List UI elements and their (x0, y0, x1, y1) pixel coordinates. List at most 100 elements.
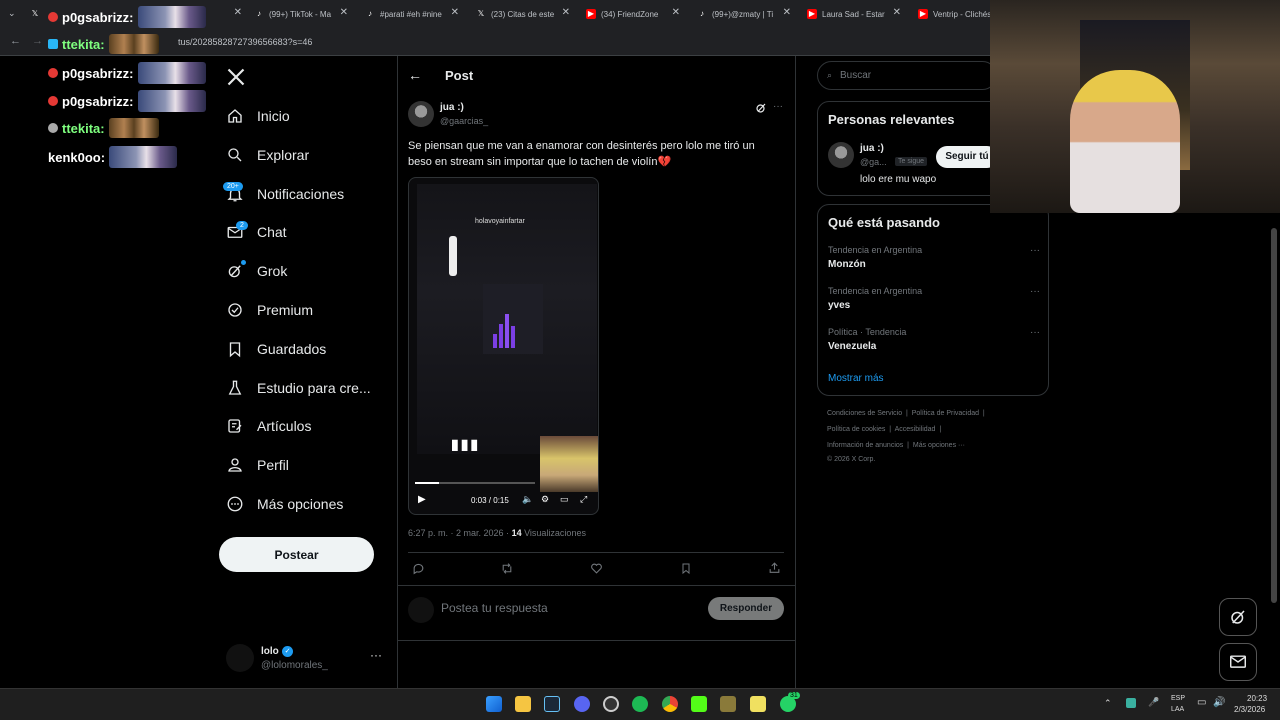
tab-label: #parati #eh #nine (380, 9, 442, 19)
tab-2[interactable]: ✕ (230, 4, 242, 24)
network-icon[interactable]: ▭ (1197, 697, 1206, 708)
footer-link[interactable]: Información de anuncios (827, 442, 903, 449)
notes-icon[interactable] (750, 696, 766, 712)
tab-tiktok-3[interactable]: ♪ (99+)@zmaty | Ti ✕ (697, 4, 791, 24)
avatar[interactable] (828, 142, 854, 168)
person-name[interactable]: jua :) (860, 143, 884, 154)
play-icon[interactable]: ▶ (418, 494, 426, 505)
close-tab-icon[interactable]: ✕ (783, 7, 791, 18)
tab-x-citas[interactable]: 𝕏 (23) Citas de este ✕ (476, 4, 570, 24)
author-name[interactable]: jua :) (440, 102, 464, 113)
scrollbar[interactable] (1271, 228, 1277, 603)
nav-item-articulos[interactable]: Artículos (226, 410, 311, 442)
x-logo-icon[interactable] (226, 67, 246, 87)
nav-item-explorar[interactable]: Explorar (226, 139, 309, 171)
discord-icon[interactable] (574, 696, 590, 712)
language-bottom[interactable]: LAA (1171, 706, 1184, 713)
spotify-icon[interactable] (632, 696, 648, 712)
video-bar (499, 324, 503, 348)
share-icon[interactable] (768, 561, 781, 575)
reply-input[interactable]: Postea tu respuesta (441, 601, 548, 615)
obs-icon[interactable] (603, 696, 619, 712)
volume-icon[interactable]: 🔈 (522, 494, 533, 505)
fullscreen-icon[interactable]: ⤢ (580, 494, 587, 505)
nav-item-premium[interactable]: Premium (226, 294, 313, 326)
grok-icon[interactable] (755, 102, 767, 114)
more-dots-icon[interactable]: ··· (773, 101, 783, 112)
tab-youtube-1[interactable]: ▶ (34) FriendZone ✕ (586, 4, 680, 24)
forward-arrow-icon[interactable]: → (32, 35, 43, 47)
close-tab-icon[interactable]: ✕ (234, 7, 242, 18)
more-dots-icon[interactable]: ··· (1030, 327, 1040, 338)
kick-icon[interactable] (691, 696, 707, 712)
search-icon: ⌕ (827, 70, 833, 80)
close-tab-icon[interactable]: ✕ (340, 7, 348, 18)
volume-icon[interactable]: 🔊 (1213, 697, 1225, 708)
footer-link[interactable]: Condiciones de Servicio (827, 410, 902, 417)
app-icon[interactable] (720, 696, 736, 712)
video-progress-track[interactable] (415, 482, 535, 484)
clock-time[interactable]: 20:23 (1247, 694, 1267, 703)
nav-item-perfil[interactable]: Perfil (226, 449, 289, 481)
trend-item[interactable]: Tendencia en Argentina yves ··· (828, 286, 1040, 311)
microphone-icon[interactable]: 🎤 (1148, 697, 1159, 708)
back-arrow-icon[interactable]: ← (10, 35, 21, 47)
footer-link[interactable]: Más opciones ··· (913, 442, 965, 449)
tab-tiktok-1[interactable]: ♪ (99+) TikTok - Ma ✕ (254, 4, 348, 24)
messages-float-button[interactable] (1219, 643, 1257, 681)
nav-item-estudio[interactable]: Estudio para cre... (226, 372, 371, 404)
close-tab-icon[interactable]: ✕ (672, 7, 680, 18)
nav-item-notificaciones[interactable]: Notificaciones (226, 178, 344, 210)
pip-icon[interactable]: ▭ (560, 494, 569, 505)
language-top[interactable]: ESP (1171, 695, 1185, 702)
tray-app-icon[interactable] (1126, 698, 1136, 708)
close-tab-icon[interactable]: ✕ (451, 7, 459, 18)
nav-item-mas-opciones[interactable]: Más opciones (226, 488, 343, 520)
file-explorer-icon[interactable] (515, 696, 531, 712)
tab-search-icon[interactable]: ⌄ (8, 8, 16, 19)
settings-icon[interactable]: ⚙ (541, 494, 549, 505)
reply-button[interactable]: Responder (708, 597, 784, 620)
reply-icon[interactable] (412, 562, 425, 575)
video-player[interactable]: holavoyainfartar ▮▮▮ ▶ 0:03 / 0:15 🔈 ⚙ ▭… (408, 177, 599, 515)
chrome-icon[interactable] (662, 696, 678, 712)
windows-start-icon[interactable] (486, 696, 502, 712)
more-dots-icon[interactable]: ··· (370, 648, 382, 662)
close-tab-icon[interactable]: ✕ (562, 7, 570, 18)
tab-tiktok-2[interactable]: ♪ #parati #eh #nine ✕ (365, 4, 459, 24)
nav-item-guardados[interactable]: Guardados (226, 333, 326, 365)
show-more-link[interactable]: Mostrar más (828, 373, 884, 384)
footer-link[interactable]: Política de cookies (827, 426, 885, 433)
clock-date[interactable]: 2/3/2026 (1234, 705, 1265, 714)
bookmark-icon[interactable] (680, 562, 692, 575)
author-avatar[interactable] (408, 101, 434, 127)
post-button[interactable]: Postear (219, 537, 374, 572)
account-switcher[interactable]: lolo ✓ @lolomorales_ ··· (226, 644, 386, 674)
search-box[interactable]: ⌕ Buscar (817, 61, 997, 90)
tab-youtube-2[interactable]: ▶ Laura Sad - Estar ✕ (807, 4, 901, 24)
follow-button[interactable]: Seguir tú (936, 146, 998, 168)
steam-icon[interactable] (544, 696, 560, 712)
like-icon[interactable] (590, 562, 603, 575)
footer-links: Información de anuncios | Más opciones ·… (827, 442, 966, 449)
close-tab-icon[interactable]: ✕ (893, 7, 901, 18)
nav-label: Guardados (257, 341, 327, 357)
footer-link[interactable]: Política de Privacidad (912, 410, 979, 417)
trend-item[interactable]: Tendencia en Argentina Monzón ··· (828, 245, 1040, 270)
url-text[interactable]: tus/2028582872739656683?s=46 (178, 37, 312, 47)
footer-link[interactable]: Accesibilidad (895, 426, 936, 433)
nav-item-chat[interactable]: Chat (226, 216, 287, 248)
nav-item-inicio[interactable]: Inicio (226, 100, 290, 132)
trend-item[interactable]: Política · Tendencia Venezuela ··· (828, 327, 1040, 352)
tray-chevron-icon[interactable]: ⌃ (1104, 698, 1112, 709)
author-handle[interactable]: @gaarcias_ (440, 116, 488, 126)
post-timestamp[interactable]: 6:27 p. m. · 2 mar. 2026 · (408, 528, 512, 538)
repost-icon[interactable] (500, 562, 514, 575)
more-dots-icon[interactable]: ··· (1030, 286, 1040, 297)
tab-youtube-3[interactable]: ▶ Ventrip - Clichés (918, 4, 990, 24)
grok-float-button[interactable] (1219, 598, 1257, 636)
nav-item-grok[interactable]: Grok (226, 255, 287, 287)
person-handle[interactable]: @ga... (860, 157, 887, 167)
more-dots-icon[interactable]: ··· (1030, 245, 1040, 256)
back-arrow-icon[interactable]: ← (408, 67, 422, 83)
